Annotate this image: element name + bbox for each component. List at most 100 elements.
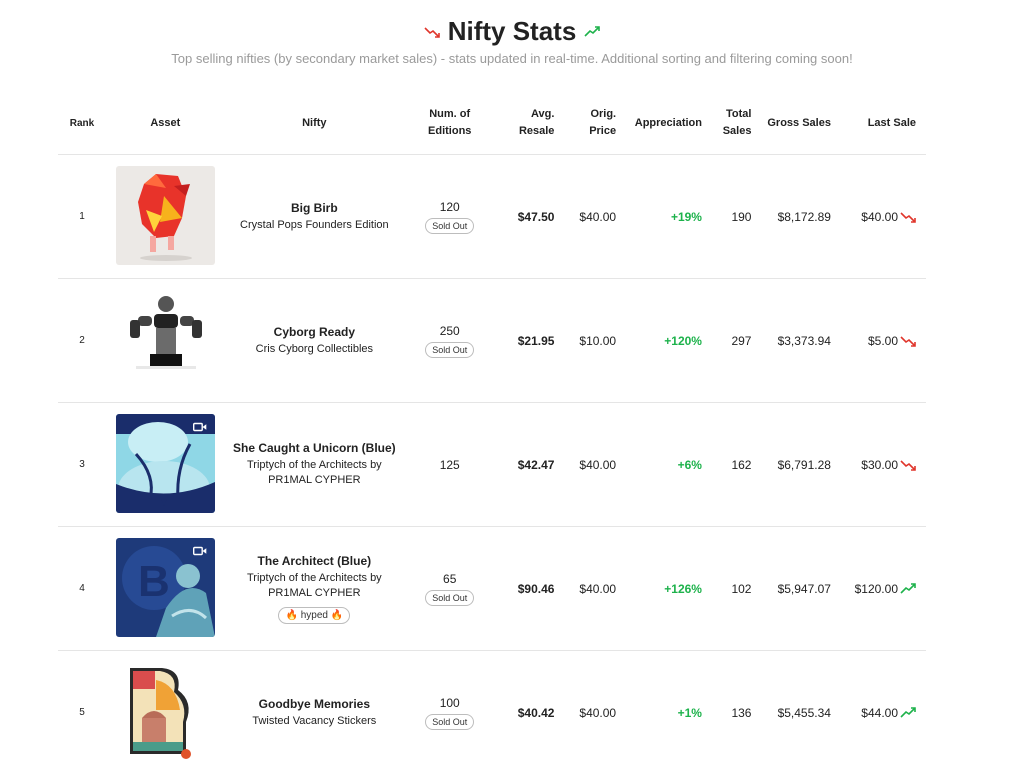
- nifty-collection[interactable]: Cris Cyborg Collectibles: [226, 342, 403, 357]
- appreciation-cell: +19%: [617, 155, 703, 279]
- sold-out-badge: Sold Out: [425, 218, 474, 234]
- col-avg-resale[interactable]: Avg.Resale: [495, 92, 555, 155]
- gross-sales-cell: $8,172.89: [752, 155, 831, 279]
- nifty-cell: The Architect (Blue) Triptych of the Arch…: [225, 527, 404, 651]
- rank-cell: 1: [58, 155, 106, 279]
- last-sale-cell: $30.00: [832, 403, 926, 527]
- total-sales-cell: 297: [703, 279, 752, 403]
- last-sale-value: $30.00: [861, 458, 898, 472]
- nifty-name[interactable]: Cyborg Ready: [226, 325, 403, 339]
- col-gross-sales[interactable]: Gross Sales: [752, 92, 831, 155]
- orig-price-cell: $40.00: [555, 155, 617, 279]
- nifty-cell: Big Birb Crystal Pops Founders Edition: [225, 155, 404, 279]
- svg-text:B: B: [138, 557, 170, 606]
- nifty-name[interactable]: The Architect (Blue): [226, 554, 403, 568]
- nifty-cell: She Caught a Unicorn (Blue) Triptych of t…: [225, 403, 404, 527]
- video-icon: [193, 422, 207, 432]
- editions-cell: 120Sold Out: [404, 155, 495, 279]
- nifty-cell: Cyborg Ready Cris Cyborg Collectibles: [225, 279, 404, 403]
- editions-count: 100: [405, 696, 494, 710]
- orig-price-cell: $40.00: [555, 403, 617, 527]
- orig-price-cell: $40.00: [555, 527, 617, 651]
- editions-cell: 125: [404, 403, 495, 527]
- asset-cell: [106, 279, 225, 403]
- total-sales-cell: 162: [703, 403, 752, 527]
- nifty-collection[interactable]: Twisted Vacancy Stickers: [226, 714, 403, 729]
- table-row[interactable]: 4B The Architect (Blue) Triptych of the Ar…: [58, 527, 926, 651]
- sold-out-badge: Sold Out: [425, 590, 474, 606]
- rank-cell: 3: [58, 403, 106, 527]
- hyped-badge: 🔥 hyped 🔥: [278, 607, 350, 624]
- nifty-collection[interactable]: Triptych of the Architects by: [226, 571, 403, 586]
- trend-up-icon: [584, 26, 600, 38]
- nifty-name[interactable]: She Caught a Unicorn (Blue): [226, 441, 403, 455]
- orig-price-cell: $40.00: [555, 651, 617, 774]
- last-sale-cell: $40.00: [832, 155, 926, 279]
- asset-thumbnail[interactable]: [116, 662, 215, 761]
- nifty-collection-line2[interactable]: PR1MAL CYPHER: [226, 473, 403, 488]
- rank-cell: 5: [58, 651, 106, 774]
- sold-out-badge: Sold Out: [425, 342, 474, 358]
- col-rank[interactable]: Rank: [58, 92, 106, 155]
- total-sales-cell: 190: [703, 155, 752, 279]
- col-orig-price[interactable]: Orig.Price: [555, 92, 617, 155]
- video-icon: [193, 670, 207, 680]
- trend-down-icon: [900, 211, 916, 223]
- page-title-wrap: Nifty Stats: [424, 16, 601, 47]
- trend-down-icon: [900, 335, 916, 347]
- col-nifty[interactable]: Nifty: [225, 92, 404, 155]
- nifty-collection[interactable]: Triptych of the Architects by: [226, 458, 403, 473]
- rank-cell: 4: [58, 527, 106, 651]
- nifty-name[interactable]: Goodbye Memories: [226, 697, 403, 711]
- editions-cell: 250Sold Out: [404, 279, 495, 403]
- table-row[interactable]: 3 She Caught a Unicorn (Blue) Triptych of …: [58, 403, 926, 527]
- table-row[interactable]: 2 Cyborg Ready Cris Cyborg Collectibles250…: [58, 279, 926, 403]
- asset-cell: [106, 651, 225, 774]
- col-editions-line2: Editions: [428, 125, 471, 137]
- col-avg-line1: Avg.: [531, 108, 554, 120]
- last-sale-value: $44.00: [861, 706, 898, 720]
- appreciation-cell: +6%: [617, 403, 703, 527]
- avg-resale-cell: $47.50: [495, 155, 555, 279]
- table-row[interactable]: 1 Big Birb Crystal Pops Founders Edition12…: [58, 155, 926, 279]
- asset-thumbnail[interactable]: [116, 414, 215, 513]
- last-sale-value: $5.00: [868, 334, 898, 348]
- trend-up-icon: [900, 583, 916, 595]
- last-sale-value: $40.00: [861, 210, 898, 224]
- editions-cell: 100 Sold Out: [404, 651, 495, 774]
- rank-cell: 2: [58, 279, 106, 403]
- avg-resale-cell: $40.42: [495, 651, 555, 774]
- appreciation-cell: +120%: [617, 279, 703, 403]
- col-total-sales[interactable]: Total Sales: [703, 92, 752, 155]
- col-appreciation[interactable]: Appreciation: [617, 92, 703, 155]
- asset-thumbnail[interactable]: [116, 290, 215, 389]
- col-editions[interactable]: Num. of Editions: [404, 92, 495, 155]
- page-header: Nifty Stats Top selling nifties (by seco…: [0, 0, 1024, 66]
- page-title: Nifty Stats: [448, 16, 577, 47]
- asset-thumbnail[interactable]: [116, 166, 215, 265]
- orig-price-cell: $10.00: [555, 279, 617, 403]
- table-row[interactable]: 5 Goodbye Memories Twisted Vacancy Sticker…: [58, 651, 926, 774]
- col-asset[interactable]: Asset: [106, 92, 225, 155]
- last-sale-cell: $5.00: [832, 279, 926, 403]
- col-total-line1: Total: [726, 108, 751, 120]
- gross-sales-cell: $5,947.07: [752, 527, 831, 651]
- sold-out-badge: Sold Out: [425, 714, 474, 730]
- nifty-collection[interactable]: Crystal Pops Founders Edition: [226, 218, 403, 233]
- col-editions-line1: Num. of: [429, 108, 470, 120]
- col-last-sale[interactable]: Last Sale: [832, 92, 926, 155]
- trend-down-icon: [424, 26, 440, 38]
- nifty-cell: Goodbye Memories Twisted Vacancy Stickers: [225, 651, 404, 774]
- video-icon: [193, 546, 207, 556]
- nifty-name[interactable]: Big Birb: [226, 201, 403, 215]
- gross-sales-cell: $6,791.28: [752, 403, 831, 527]
- nifty-collection-line2[interactable]: PR1MAL CYPHER: [226, 586, 403, 601]
- col-total-line2: Sales: [723, 125, 752, 137]
- asset-thumbnail[interactable]: B: [116, 538, 215, 637]
- appreciation-cell: +126%: [617, 527, 703, 651]
- editions-count: 65: [405, 572, 494, 586]
- appreciation-cell: +1%: [617, 651, 703, 774]
- gross-sales-cell: $3,373.94: [752, 279, 831, 403]
- asset-cell: [106, 155, 225, 279]
- total-sales-cell: 136: [703, 651, 752, 774]
